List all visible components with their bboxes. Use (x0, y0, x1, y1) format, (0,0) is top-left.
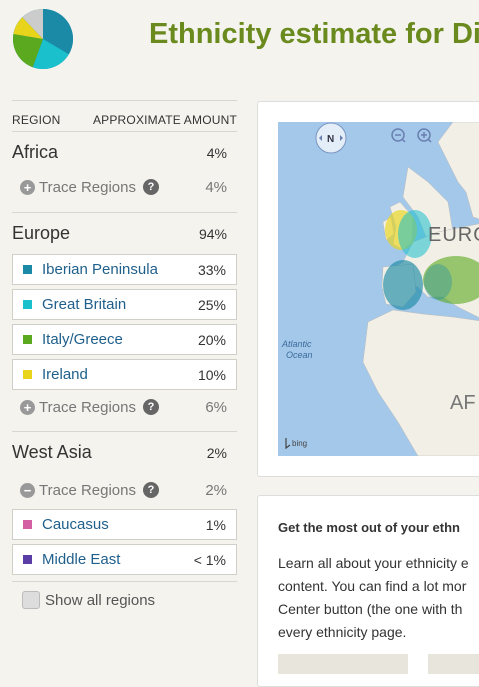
region-pct: 2% (206, 445, 227, 461)
region-africa: Africa 4% (12, 142, 237, 163)
subregion-link[interactable]: Italy/Greece (42, 331, 123, 348)
subregion-pct: 20% (197, 331, 226, 348)
collapse-minus-icon[interactable]: − (20, 482, 35, 498)
info-line: Center button (the one with th (278, 601, 463, 617)
subregion-pct: 10% (197, 366, 226, 383)
map-label-europe: EURO (428, 224, 479, 246)
trace-pct: 4% (205, 178, 227, 196)
region-pct: 4% (206, 145, 227, 161)
subregion-iberian-peninsula[interactable]: Iberian Peninsula 33% (12, 254, 237, 285)
region-europe: Europe 94% (12, 223, 237, 244)
region-name: Europe (12, 223, 71, 243)
subregion-pct: 1% (205, 516, 226, 533)
subregion-middle-east[interactable]: Middle East < 1% (12, 544, 237, 575)
trace-pct: 6% (205, 398, 227, 416)
help-icon[interactable]: ? (143, 482, 159, 498)
info-button[interactable] (428, 654, 479, 674)
subregion-italy-greece[interactable]: Italy/Greece 20% (12, 324, 237, 355)
region-name: West Asia (12, 442, 92, 462)
region-list: REGION APPROXIMATE AMOUNT Africa 4% + Tr… (12, 100, 237, 609)
subregion-ireland[interactable]: Ireland 10% (12, 359, 237, 390)
column-headers: REGION APPROXIMATE AMOUNT (12, 101, 237, 131)
subregion-link[interactable]: Great Britain (42, 296, 126, 313)
trace-label[interactable]: Trace Regions (39, 179, 136, 196)
region-pct: 94% (198, 226, 227, 242)
iberian-region-overlay (383, 260, 423, 310)
trace-regions-west-asia[interactable]: − Trace Regions ? 2% (12, 477, 237, 503)
subregion-pct: 33% (197, 261, 226, 278)
divider (12, 581, 237, 582)
ethnicity-pie-chart (12, 9, 73, 70)
subregion-pct: < 1% (193, 551, 226, 568)
info-paragraph: Learn all about your ethnicity e content… (278, 552, 479, 644)
trace-pct: 2% (205, 481, 227, 499)
trace-label[interactable]: Trace Regions (39, 482, 136, 499)
map-label-ocean: Ocean (286, 350, 313, 360)
bing-attribution: bing (292, 439, 307, 448)
info-card: Get the most out of your ethn Learn all … (257, 495, 479, 687)
map-label-africa: AF (450, 392, 476, 414)
show-all-regions-checkbox[interactable]: Show all regions (22, 591, 237, 609)
color-swatch (23, 555, 32, 564)
color-swatch (23, 370, 32, 379)
info-button[interactable] (278, 654, 408, 674)
subregion-link[interactable]: Caucasus (42, 516, 109, 533)
color-swatch (23, 520, 32, 529)
map-card: EURO AF Atlantic Ocean N (257, 101, 479, 477)
divider (12, 131, 237, 132)
region-column-header: REGION (12, 113, 61, 127)
help-icon[interactable]: ? (143, 399, 159, 415)
subregion-link[interactable]: Iberian Peninsula (42, 261, 158, 278)
map-label-ocean: Atlantic (281, 339, 312, 349)
ethnicity-map[interactable]: EURO AF Atlantic Ocean N (278, 122, 479, 456)
compass-icon[interactable]: N (315, 122, 347, 154)
subregion-pct: 25% (197, 296, 226, 313)
trace-regions-europe[interactable]: + Trace Regions ? 6% (12, 394, 237, 420)
region-west-asia: West Asia 2% (12, 442, 237, 463)
color-swatch (23, 335, 32, 344)
great-britain-region-overlay (398, 210, 432, 258)
show-all-label[interactable]: Show all regions (45, 592, 155, 609)
amount-column-header: APPROXIMATE AMOUNT (92, 113, 237, 127)
map-graphic: EURO AF Atlantic Ocean N (278, 122, 479, 456)
expand-plus-icon[interactable]: + (20, 179, 35, 195)
divider (12, 212, 237, 213)
subregion-great-britain[interactable]: Great Britain 25% (12, 289, 237, 320)
subregion-link[interactable]: Middle East (42, 551, 120, 568)
info-line: every ethnicity page. (278, 624, 407, 640)
info-line: Learn all about your ethnicity e (278, 555, 469, 571)
divider (12, 431, 237, 432)
info-line: content. You can find a lot mor (278, 578, 467, 594)
color-swatch (23, 265, 32, 274)
svg-text:N: N (327, 134, 334, 145)
page-header: Ethnicity estimate for Dia (0, 0, 479, 80)
trace-regions-africa[interactable]: + Trace Regions ? 4% (12, 174, 237, 200)
info-heading: Get the most out of your ethn (278, 520, 460, 535)
subregion-link[interactable]: Ireland (42, 366, 88, 383)
color-swatch (23, 300, 32, 309)
checkbox-icon[interactable] (22, 591, 40, 609)
trace-label[interactable]: Trace Regions (39, 399, 136, 416)
help-icon[interactable]: ? (143, 179, 159, 195)
page-title: Ethnicity estimate for Dia (149, 18, 479, 50)
subregion-caucasus[interactable]: Caucasus 1% (12, 509, 237, 540)
region-name: Africa (12, 142, 59, 162)
expand-plus-icon[interactable]: + (20, 399, 35, 415)
